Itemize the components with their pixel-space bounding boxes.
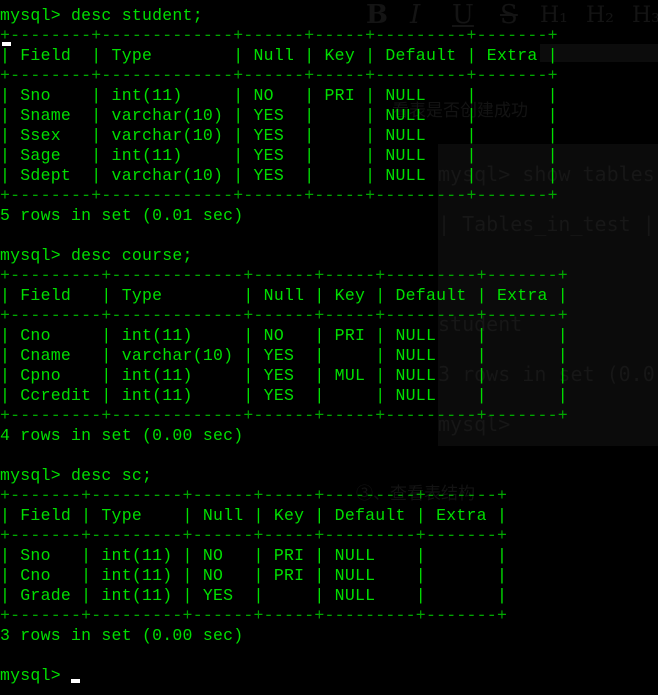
command-line: mysql> desc sc; xyxy=(0,466,568,486)
line-text: +---------+-------------+------+-----+--… xyxy=(0,266,568,285)
table-row: | Cpno | int(11) | YES | MUL | NULL | | xyxy=(0,366,568,386)
table-border: +--------+-------------+------+-----+---… xyxy=(0,26,568,46)
line-text: mysql> desc student; xyxy=(0,6,203,25)
line-text: | Cno | int(11) | NO | PRI | NULL | | xyxy=(0,326,568,345)
line-text: | Sname | varchar(10) | YES | | NULL | | xyxy=(0,106,558,125)
line-text: | Field | Type | Null | Key | Default | … xyxy=(0,286,568,305)
prompt-line[interactable]: mysql> xyxy=(0,666,568,686)
table-border: +-------+---------+------+-----+--------… xyxy=(0,486,568,506)
table-border: +---------+-------------+------+-----+--… xyxy=(0,306,568,326)
line-text: | Cno | int(11) | NO | PRI | NULL | | xyxy=(0,566,508,585)
table-border: +--------+-------------+------+-----+---… xyxy=(0,186,568,206)
line-text: | Ccredit | int(11) | YES | | NULL | | xyxy=(0,386,568,405)
line-text: | Ssex | varchar(10) | YES | | NULL | | xyxy=(0,126,558,145)
line-text: 3 rows in set (0.00 sec) xyxy=(0,626,244,645)
terminal-output[interactable]: mysql> desc student; +--------+----------… xyxy=(0,6,568,686)
line-text: +--------+-------------+------+-----+---… xyxy=(0,26,558,45)
heading2-icon: H₂ xyxy=(586,3,615,28)
table-row: | Field | Type | Null | Key | Default | … xyxy=(0,286,568,306)
line-text: | Grade | int(11) | YES | | NULL | | xyxy=(0,586,508,605)
line-text: +--------+-------------+------+-----+---… xyxy=(0,66,558,85)
line-text: | Sno | int(11) | NO | PRI | NULL | | xyxy=(0,86,558,105)
table-row: | Cname | varchar(10) | YES | | NULL | | xyxy=(0,346,568,366)
table-border: +---------+-------------+------+-----+--… xyxy=(0,406,568,426)
heading3-icon: H₃ xyxy=(632,3,658,28)
table-row: | Ccredit | int(11) | YES | | NULL | | xyxy=(0,386,568,406)
table-row: | Grade | int(11) | YES | | NULL | | xyxy=(0,586,568,606)
result-summary: 5 rows in set (0.01 sec) xyxy=(0,206,568,226)
table-border: +-------+---------+------+-----+--------… xyxy=(0,606,568,626)
result-summary: 3 rows in set (0.00 sec) xyxy=(0,626,568,646)
table-border: +--------+-------------+------+-----+---… xyxy=(0,66,568,86)
prompt-text: mysql> xyxy=(0,666,71,685)
table-row: | Ssex | varchar(10) | YES | | NULL | | xyxy=(0,126,568,146)
line-text: +---------+-------------+------+-----+--… xyxy=(0,406,568,425)
table-border: +---------+-------------+------+-----+--… xyxy=(0,266,568,286)
selection-caret xyxy=(2,42,11,46)
command-line: mysql> desc course; xyxy=(0,246,568,266)
table-row: | Sdept | varchar(10) | YES | | NULL | | xyxy=(0,166,568,186)
line-text: 4 rows in set (0.00 sec) xyxy=(0,426,244,445)
table-border: +-------+---------+------+-----+--------… xyxy=(0,526,568,546)
table-row: | Sname | varchar(10) | YES | | NULL | | xyxy=(0,106,568,126)
line-text: | Field | Type | Null | Key | Default | … xyxy=(0,46,558,65)
line-text: | Sage | int(11) | YES | | NULL | | xyxy=(0,146,558,165)
line-text: +-------+---------+------+-----+--------… xyxy=(0,606,508,625)
table-row: | Sno | int(11) | NO | PRI | NULL | | xyxy=(0,546,568,566)
line-text: +-------+---------+------+-----+--------… xyxy=(0,486,508,505)
table-row: | Cno | int(11) | NO | PRI | NULL | | xyxy=(0,566,568,586)
line-text: +-------+---------+------+-----+--------… xyxy=(0,526,508,545)
line-text: +---------+-------------+------+-----+--… xyxy=(0,306,568,325)
cursor-caret xyxy=(71,679,80,683)
line-text: mysql> desc course; xyxy=(0,246,193,265)
table-row: | Sage | int(11) | YES | | NULL | | xyxy=(0,146,568,166)
result-summary: 4 rows in set (0.00 sec) xyxy=(0,426,568,446)
table-row: | Field | Type | Null | Key | Default | … xyxy=(0,506,568,526)
line-text: | Cpno | int(11) | YES | MUL | NULL | | xyxy=(0,366,568,385)
line-text: mysql> desc sc; xyxy=(0,466,153,485)
line-text: +--------+-------------+------+-----+---… xyxy=(0,186,558,205)
command-line: mysql> desc student; xyxy=(0,6,568,26)
table-row: | Cno | int(11) | NO | PRI | NULL | | xyxy=(0,326,568,346)
table-row: | Sno | int(11) | NO | PRI | NULL | | xyxy=(0,86,568,106)
line-text: 5 rows in set (0.01 sec) xyxy=(0,206,244,225)
table-row: | Field | Type | Null | Key | Default | … xyxy=(0,46,568,66)
line-text: | Sdept | varchar(10) | YES | | NULL | | xyxy=(0,166,558,185)
line-text: | Field | Type | Null | Key | Default | … xyxy=(0,506,508,525)
line-text: | Sno | int(11) | NO | PRI | NULL | | xyxy=(0,546,508,565)
line-text: | Cname | varchar(10) | YES | | NULL | | xyxy=(0,346,568,365)
